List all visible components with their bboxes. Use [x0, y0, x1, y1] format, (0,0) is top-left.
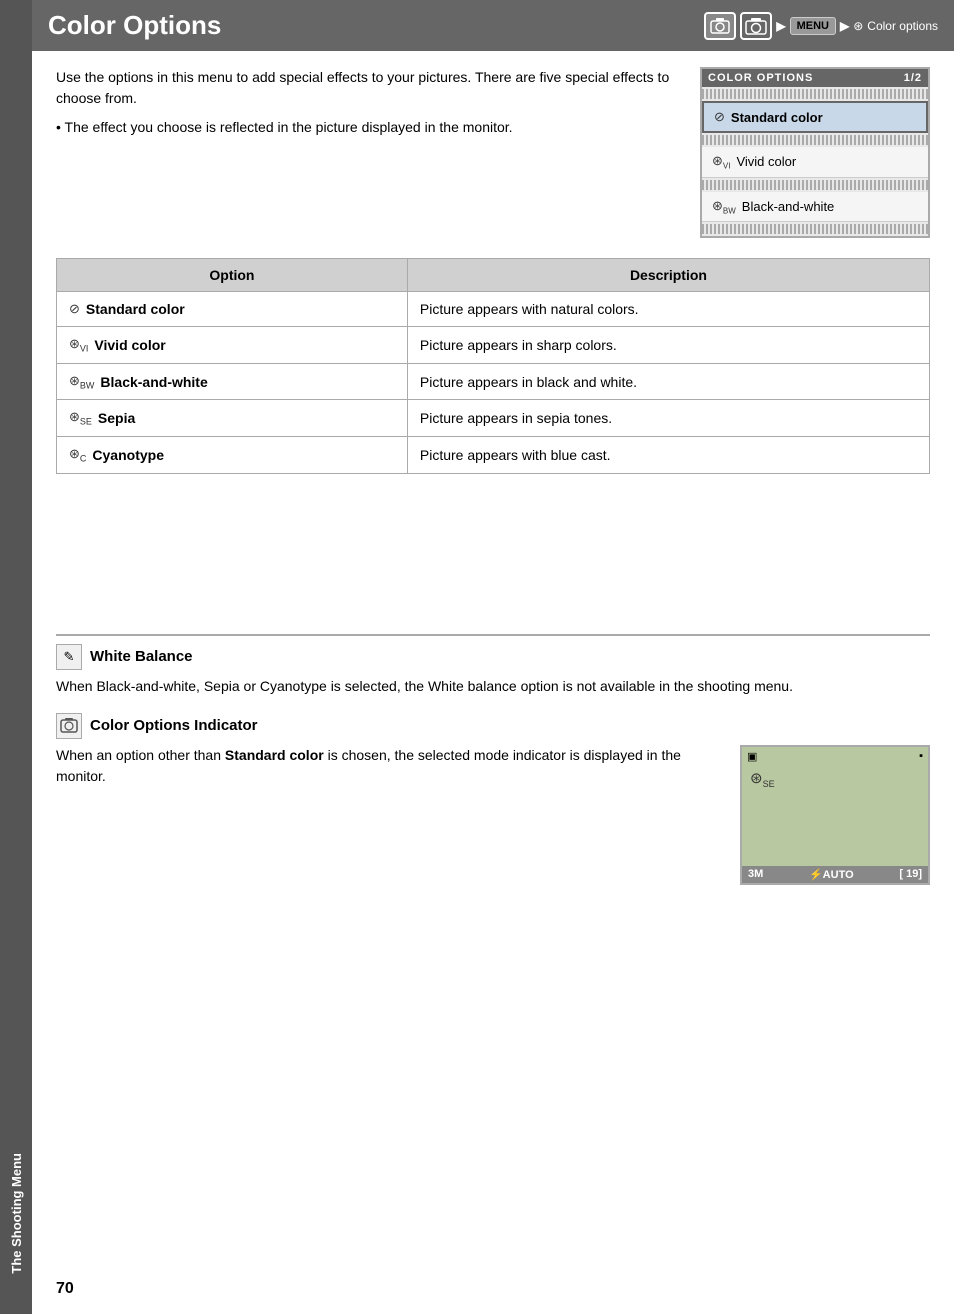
camera-top-right-icon: ▪	[919, 750, 923, 763]
page-body: Use the options in this menu to add spec…	[32, 51, 954, 1272]
breadcrumb: ▶ MENU ▶ ⊛ Color options	[704, 12, 938, 40]
table-cell-option-3: ⊛SE Sepia	[57, 400, 408, 437]
color-indicator-note: Color Options Indicator When an option o…	[56, 713, 930, 885]
table-cell-option-2: ⊛BW Black-and-white	[57, 363, 408, 400]
breadcrumb-arrow1: ▶	[776, 19, 785, 33]
breadcrumb-color-icon: ⊛	[853, 19, 863, 33]
menu-item-bw: ⊛BW Black-and-white	[702, 192, 928, 223]
white-balance-icon-box: ✎	[56, 644, 82, 670]
camera-screen: ▣ ▪ ⊛SE 3M ⚡AUTO [ 19]	[740, 745, 930, 885]
table-row: ⊛C Cyanotype Picture appears with blue c…	[57, 436, 930, 473]
menu-preview-title: COLOR OPTIONS	[708, 72, 813, 84]
option-icon-3: ⊛SE	[69, 409, 92, 427]
table-row: ⊛VI Vivid color Picture appears in sharp…	[57, 327, 930, 364]
menu-item-label-0: Standard color	[731, 110, 823, 125]
intro-bullet1: The effect you choose is reflected in th…	[56, 117, 684, 138]
side-tab: The Shooting Menu	[0, 0, 32, 1314]
breadcrumb-arrow2: ▶	[840, 19, 849, 33]
menu-item-icon-0: ⊘	[714, 109, 725, 125]
menu-item-icon-2: ⊛BW	[712, 198, 736, 216]
table-row: ⊛BW Black-and-white Picture appears in b…	[57, 363, 930, 400]
table-cell-desc-4: Picture appears with blue cast.	[407, 436, 929, 473]
notes-section: ✎ White Balance When Black-and-white, Se…	[56, 634, 930, 885]
table-header-description: Description	[407, 259, 929, 292]
camera-mode-svg	[710, 17, 730, 35]
table-cell-desc-0: Picture appears with natural colors.	[407, 292, 929, 327]
options-table: Option Description ⊘ Standard color Pict…	[56, 258, 930, 473]
zigzag-mid1	[702, 135, 928, 145]
camera-bottom-count: [ 19]	[899, 868, 922, 881]
white-balance-title: White Balance	[90, 648, 193, 665]
option-name-2: Black-and-white	[100, 374, 207, 390]
intro-section: Use the options in this menu to add spec…	[56, 67, 930, 238]
table-row: ⊛SE Sepia Picture appears in sepia tones…	[57, 400, 930, 437]
menu-preview-page: 1/2	[904, 72, 922, 84]
table-cell-desc-1: Picture appears in sharp colors.	[407, 327, 929, 364]
color-indicator-icon-box	[56, 713, 82, 739]
table-row: ⊘ Standard color Picture appears with na…	[57, 292, 930, 327]
white-balance-icon: ✎	[64, 649, 75, 665]
table-cell-option-4: ⊛C Cyanotype	[57, 436, 408, 473]
page-number: 70	[32, 1272, 954, 1314]
shooting-mode-icon	[704, 12, 736, 40]
color-indicator-icon	[60, 717, 78, 735]
menu-item-vivid: ⊛VI Vivid color	[702, 147, 928, 178]
spacer	[56, 494, 930, 614]
menu-item-icon-1: ⊛VI	[712, 153, 730, 171]
camera-mode-indicator: ⊛SE	[750, 769, 775, 789]
camera-bottom-auto: ⚡AUTO	[809, 868, 854, 881]
intro-paragraph1: Use the options in this menu to add spec…	[56, 67, 684, 109]
indicator-text: When an option other than Standard color…	[56, 745, 724, 787]
table-header-option: Option	[57, 259, 408, 292]
option-name-1: Vivid color	[94, 337, 165, 353]
white-balance-header: ✎ White Balance	[56, 644, 930, 670]
option-icon-4: ⊛C	[69, 446, 86, 464]
menu-preview-header: COLOR OPTIONS 1/2	[702, 69, 928, 87]
option-name-0: Standard color	[86, 301, 185, 317]
camera-icon	[740, 12, 772, 40]
option-icon-0: ⊘	[69, 301, 80, 317]
option-icon-1: ⊛VI	[69, 336, 88, 354]
indicator-bold: Standard color	[225, 747, 324, 763]
page-title: Color Options	[48, 10, 221, 41]
side-tab-label: The Shooting Menu	[9, 1153, 24, 1274]
menu-item-standard: ⊘ Standard color	[702, 101, 928, 133]
table-cell-desc-3: Picture appears in sepia tones.	[407, 400, 929, 437]
white-balance-note: ✎ White Balance When Black-and-white, Se…	[56, 644, 930, 697]
table-cell-option-1: ⊛VI Vivid color	[57, 327, 408, 364]
intro-text: Use the options in this menu to add spec…	[56, 67, 684, 238]
menu-item-label-1: Vivid color	[736, 154, 796, 169]
camera-screen-top: ▣ ▪	[742, 747, 928, 766]
indicator-section: When an option other than Standard color…	[56, 745, 930, 885]
page-header: Color Options ▶ MENU ▶ ⊛	[32, 0, 954, 51]
main-content: Color Options ▶ MENU ▶ ⊛	[32, 0, 954, 1314]
indicator-prefix: When an option other than	[56, 747, 225, 763]
white-balance-body: When Black-and-white, Sepia or Cyanotype…	[56, 676, 930, 697]
table-cell-option-0: ⊘ Standard color	[57, 292, 408, 327]
option-icon-2: ⊛BW	[69, 373, 94, 391]
color-indicator-header: Color Options Indicator	[56, 713, 930, 739]
color-indicator-title: Color Options Indicator	[90, 717, 258, 734]
breadcrumb-text: Color options	[867, 19, 938, 33]
camera-svg	[745, 17, 767, 35]
camera-screen-bottom: 3M ⚡AUTO [ 19]	[742, 866, 928, 883]
table-cell-desc-2: Picture appears in black and white.	[407, 363, 929, 400]
zigzag-mid2	[702, 180, 928, 190]
menu-item-label-2: Black-and-white	[742, 199, 835, 214]
zigzag-top	[702, 89, 928, 99]
camera-bottom-3m: 3M	[748, 868, 763, 881]
camera-menu-preview: COLOR OPTIONS 1/2 ⊘ Standard color ⊛VI V…	[700, 67, 930, 238]
zigzag-bottom	[702, 224, 928, 234]
menu-label: MENU	[790, 17, 836, 35]
intro-bullets: The effect you choose is reflected in th…	[56, 117, 684, 138]
option-name-3: Sepia	[98, 410, 135, 426]
option-name-4: Cyanotype	[92, 447, 164, 463]
camera-top-left-icon: ▣	[747, 750, 757, 763]
